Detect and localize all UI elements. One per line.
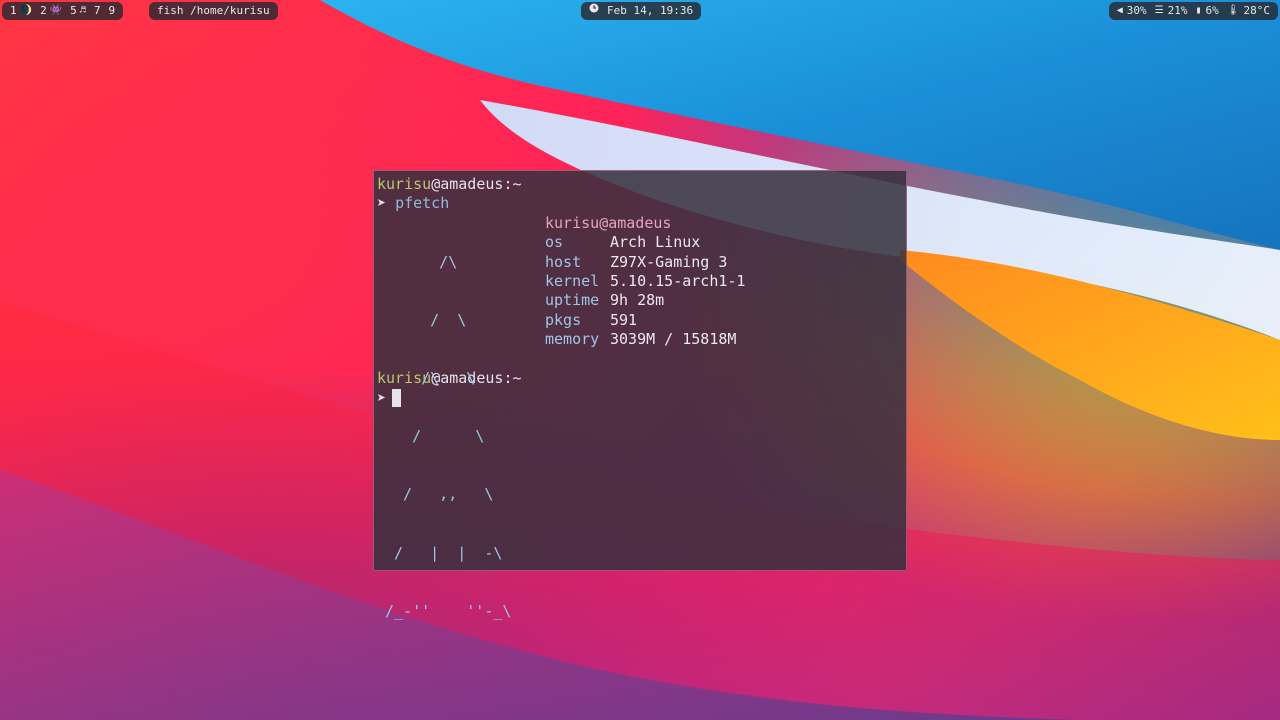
info-host: host Z97X-Gaming 3 (545, 253, 745, 272)
workspace-number: 1 (10, 4, 17, 17)
ascii-line: / \ (385, 427, 485, 446)
command-text: pfetch (395, 194, 450, 213)
prompt-path: :~ (503, 175, 522, 193)
info-uptime: uptime 9h 28m (545, 291, 745, 310)
workspace-number: 7 (93, 4, 101, 17)
clock-icon (589, 2, 599, 20)
system-status: ◀ 30% ☰ 21% ▮ 6% 🌡 28°C (1108, 2, 1278, 20)
prompt-host: @amadeus (431, 175, 504, 193)
cpu-value: 21% (1167, 4, 1188, 17)
arch-logo-ascii: /\ / \ /\ \ / \ / ,, \ / | | -\ /_-'' ''… (385, 214, 511, 660)
clock-text: Feb 14, 19:36 (607, 4, 694, 17)
clock-widget[interactable]: Feb 14, 19:36 (581, 2, 702, 20)
fetch-host: @amadeus (599, 213, 672, 232)
firefox-icon: 🌒 (19, 5, 33, 16)
active-window-title: fish /home/kurisu (149, 2, 278, 20)
workspace-7[interactable]: 7 (94, 2, 101, 20)
cpu-widget[interactable]: ☰ 21% (1155, 2, 1188, 20)
fetch-header: kurisu@amadeus (545, 214, 745, 233)
pfetch-output: /\ / \ /\ \ / \ / ,, \ / | | -\ /_-'' ''… (377, 214, 903, 620)
info-key: uptime (545, 291, 600, 310)
info-memory: memory 3039M / 15818M (545, 330, 745, 349)
terminal-window[interactable]: kurisu@amadeus:~ ➤ pfetch /\ / \ /\ \ / … (373, 170, 907, 620)
window-title-text: fish /home/kurisu (157, 4, 270, 17)
info-value: Arch Linux (610, 233, 701, 252)
info-value: 591 (610, 310, 638, 329)
volume-widget[interactable]: ◀ 30% (1117, 2, 1147, 20)
volume-value: 30% (1126, 4, 1147, 17)
fetch-user: kurisu (545, 213, 600, 232)
memory-widget[interactable]: ▮ 6% (1196, 2, 1219, 20)
memory-icon: ▮ (1195, 5, 1202, 16)
info-pkgs: pkgs 591 (545, 311, 745, 330)
volume-icon: ◀ (1116, 5, 1123, 16)
workspace-2[interactable]: 2 👾 (40, 2, 62, 20)
ascii-line: /\ (385, 252, 458, 271)
reddit-icon: 👾 (49, 5, 63, 16)
ascii-line: / ,, \ (385, 485, 494, 504)
info-key: pkgs (545, 310, 582, 329)
ascii-line: /_-'' ''-_\ (385, 601, 512, 620)
info-value: 3039M / 15818M (610, 330, 737, 349)
prompt-line: kurisu@amadeus:~ (377, 175, 903, 194)
info-key: os (545, 233, 564, 252)
thermometer-icon: 🌡 (1226, 5, 1240, 16)
temperature-widget[interactable]: 🌡 28°C (1227, 2, 1270, 20)
info-key: memory (545, 330, 600, 349)
music-icon: ♬ (79, 5, 86, 16)
ascii-line: / \ (385, 310, 467, 329)
info-key: kernel (545, 271, 600, 290)
workspace-switcher: 1 🌒 2 👾 5 ♬ 7 9 (2, 2, 124, 20)
workspace-5[interactable]: 5 ♬ (70, 2, 86, 20)
workspace-number: 5 (70, 4, 77, 17)
workspace-1[interactable]: 1 🌒 (10, 2, 32, 20)
ascii-line: /\ \ (385, 369, 476, 388)
prompt-user: kurisu (377, 175, 432, 193)
workspace-number: 9 (108, 4, 116, 17)
cpu-icon: ☰ (1154, 5, 1164, 16)
system-info: kurisu@amadeus os Arch Linux host Z97X-Gam… (545, 214, 745, 350)
workspace-number: 2 (40, 4, 47, 17)
info-kernel: kernel 5.10.15-arch1-1 (545, 272, 745, 291)
workspace-9[interactable]: 9 (108, 2, 115, 20)
info-os: os Arch Linux (545, 233, 745, 252)
prompt-arrow-icon: ➤ (377, 194, 387, 213)
memory-value: 6% (1205, 4, 1219, 17)
info-value: 9h 28m (610, 291, 665, 310)
info-key: host (545, 252, 582, 271)
info-value: Z97X-Gaming 3 (610, 252, 728, 271)
command-line: ➤ pfetch (377, 194, 903, 213)
info-value: 5.10.15-arch1-1 (610, 271, 746, 290)
ascii-line: / | | -\ (385, 543, 503, 562)
temperature-value: 28°C (1243, 4, 1271, 17)
